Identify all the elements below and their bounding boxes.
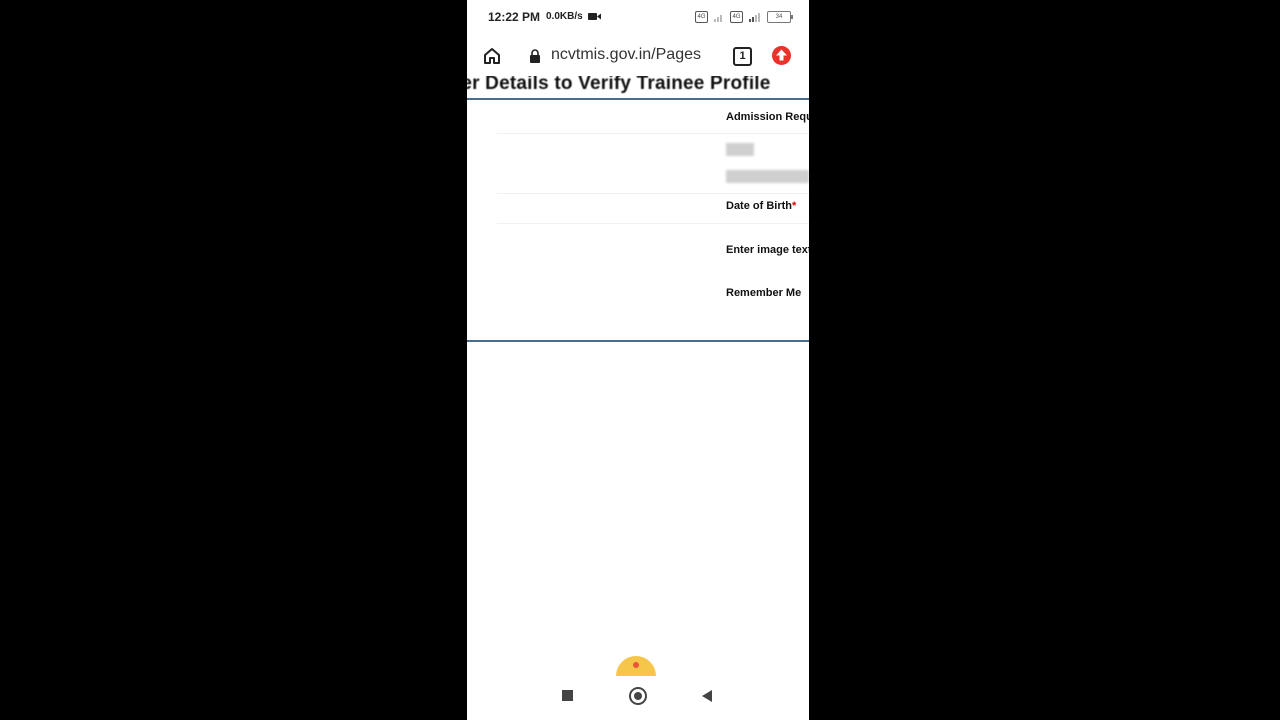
recents-icon[interactable] <box>562 690 573 701</box>
status-icons: 4G 4G 34 <box>695 10 793 24</box>
signal-icon <box>714 15 722 22</box>
web-page: nter Details to Verify Trainee Profile A… <box>467 76 809 666</box>
back-icon[interactable] <box>702 690 712 702</box>
update-arrow-icon[interactable] <box>772 46 791 65</box>
phone-screen: 12:22 PM 0.0KB/s 4G 4G 34 ncvtmis.gov.in… <box>467 0 809 720</box>
sim1-icon: 4G <box>695 11 708 23</box>
system-nav-bar <box>467 676 809 720</box>
row-divider <box>497 223 809 224</box>
admission-label: Admission Requ <box>726 111 809 123</box>
dob-label-text: Date of Birth <box>726 200 792 212</box>
remember-me-label[interactable]: Remember Me <box>726 287 801 299</box>
battery-icon: 34 <box>767 11 793 23</box>
status-bar: 12:22 PM 0.0KB/s 4G 4G 34 <box>467 0 809 34</box>
url-field[interactable]: ncvtmis.gov.in/Pages <box>551 46 701 64</box>
video-camera-icon <box>588 13 601 20</box>
row-divider <box>497 193 809 194</box>
sim2-icon: 4G <box>730 11 743 23</box>
network-speed: 0.0KB/s <box>546 11 583 22</box>
status-time: 12:22 PM <box>488 10 541 24</box>
tabs-icon[interactable]: 1 <box>733 47 752 66</box>
verify-form-panel: Admission Requ Date of Birth* Enter imag… <box>467 98 809 342</box>
redacted-field <box>726 170 809 183</box>
required-marker: * <box>792 200 797 212</box>
lock-icon <box>530 49 540 63</box>
dob-label: Date of Birth* <box>726 200 796 212</box>
home-icon[interactable] <box>482 46 502 66</box>
home-button-icon[interactable] <box>629 687 647 705</box>
page-heading: nter Details to Verify Trainee Profile <box>467 76 771 94</box>
browser-toolbar: ncvtmis.gov.in/Pages 1 <box>467 36 809 76</box>
signal-icon <box>749 13 760 22</box>
captcha-label: Enter image text <box>726 244 809 256</box>
row-divider <box>497 133 809 134</box>
redacted-field <box>726 143 754 156</box>
assistant-dot <box>633 662 639 668</box>
